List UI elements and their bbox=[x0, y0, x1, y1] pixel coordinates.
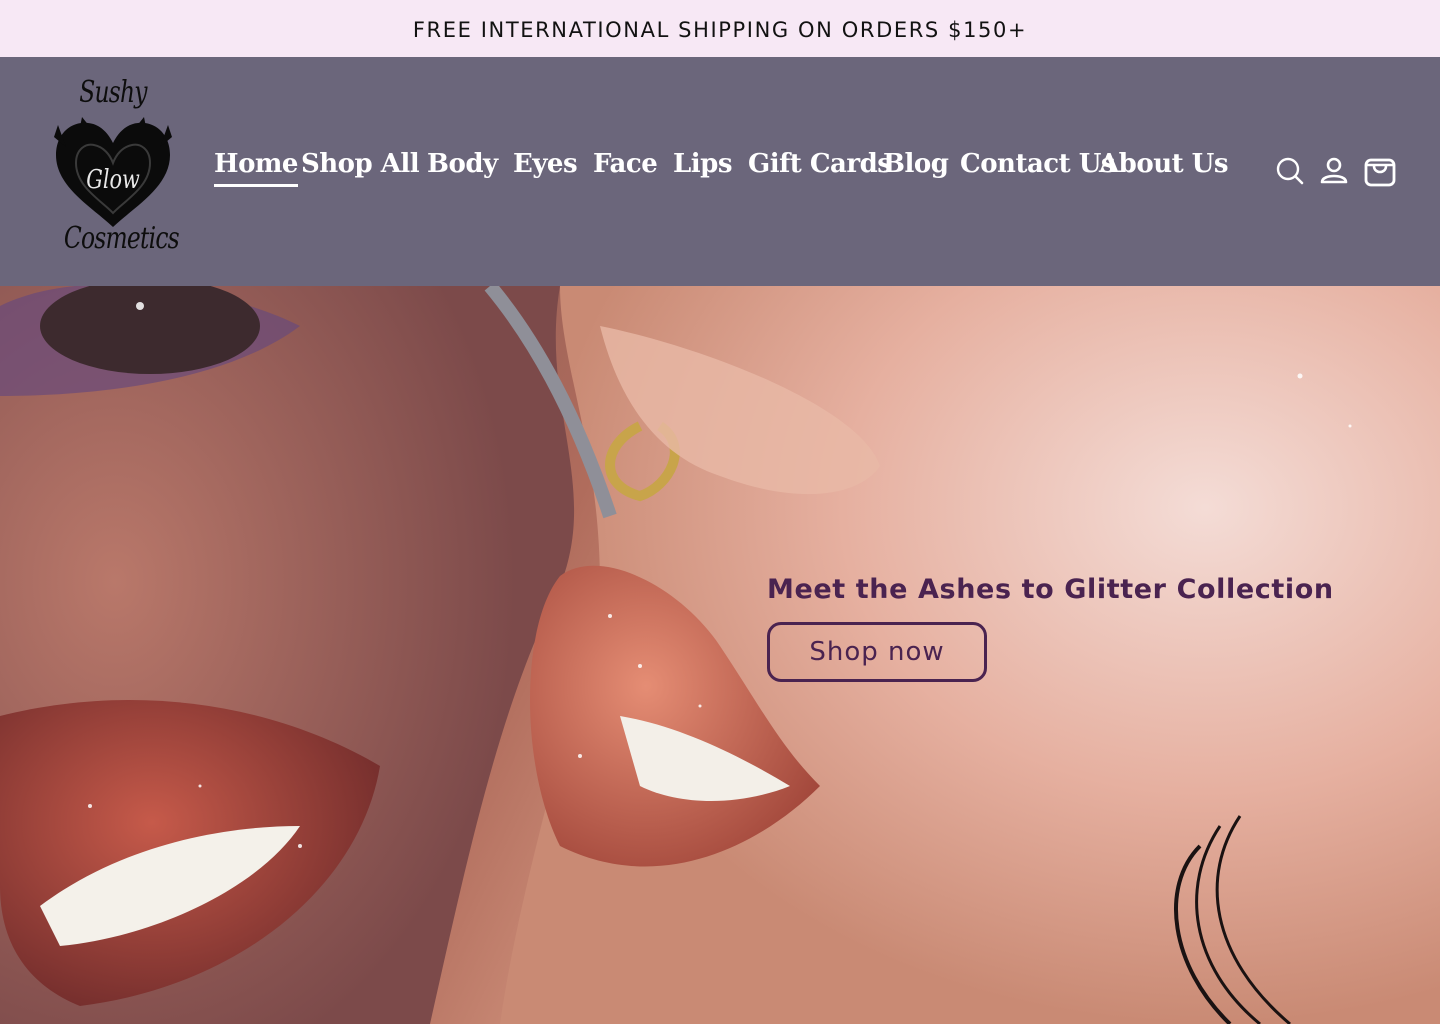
search-icon[interactable] bbox=[1270, 151, 1310, 191]
nav-item-home[interactable]: Home bbox=[214, 149, 298, 187]
logo-text-top: Sushy bbox=[79, 75, 147, 110]
shop-now-button[interactable]: Shop now bbox=[767, 622, 987, 682]
hero-content: Meet the Ashes to Glitter Collection Sho… bbox=[767, 574, 1334, 682]
shop-now-label: Shop now bbox=[809, 637, 945, 667]
nav-item-gift-cards[interactable]: Gift Cards bbox=[748, 149, 892, 199]
nav-item-body[interactable]: Body bbox=[427, 149, 498, 199]
hero-banner: Meet the Ashes to Glitter Collection Sho… bbox=[0, 286, 1440, 1024]
nav-item-eyes[interactable]: Eyes bbox=[513, 149, 578, 199]
account-icon[interactable] bbox=[1314, 151, 1354, 191]
announcement-bar: FREE INTERNATIONAL SHIPPING ON ORDERS $1… bbox=[0, 0, 1440, 57]
cart-icon[interactable] bbox=[1360, 151, 1400, 191]
header-icons bbox=[1270, 151, 1400, 191]
nav-item-shop-all[interactable]: Shop All bbox=[301, 149, 420, 199]
logo-text-middle: Glow bbox=[86, 165, 140, 195]
logo[interactable]: Sushy Glow Cosmetics bbox=[50, 75, 180, 271]
hero-heading: Meet the Ashes to Glitter Collection bbox=[767, 574, 1334, 605]
nav-item-blog[interactable]: Blog bbox=[883, 149, 949, 199]
nav-item-lips[interactable]: Lips bbox=[673, 149, 732, 199]
nav-item-face[interactable]: Face bbox=[593, 149, 658, 199]
nav-item-contact-us[interactable]: Contact Us bbox=[960, 149, 1116, 199]
site-header: Sushy Glow Cosmetics Home Shop All Body … bbox=[0, 57, 1440, 286]
hero-image bbox=[0, 286, 1440, 1024]
nav-item-about-us[interactable]: About Us bbox=[1099, 149, 1228, 199]
announcement-text: FREE INTERNATIONAL SHIPPING ON ORDERS $1… bbox=[412, 17, 1028, 42]
logo-text-bottom: Cosmetics bbox=[63, 221, 180, 256]
